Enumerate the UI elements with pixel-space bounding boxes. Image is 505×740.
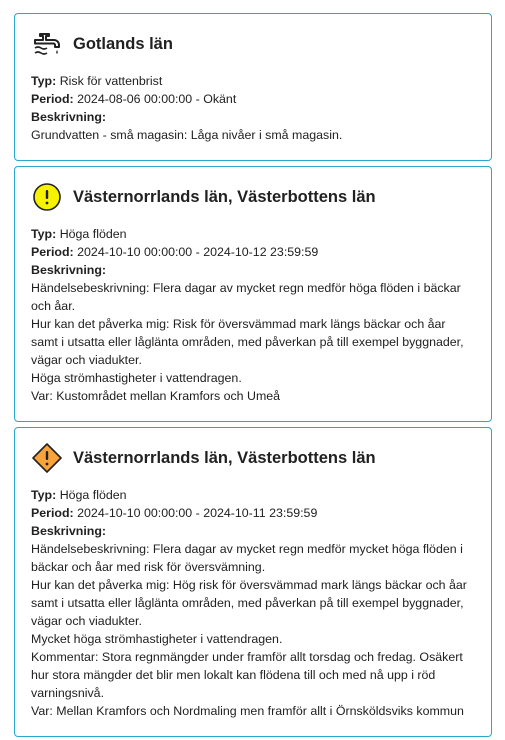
type-label: Typ:	[31, 227, 57, 241]
period-value: 2024-08-06 00:00:00 - Okänt	[77, 92, 237, 106]
card-title: Västernorrlands län, Västerbottens län	[73, 187, 376, 206]
description-label: Beskrivning:	[31, 263, 107, 277]
card-header: Västernorrlands län, Västerbottens län	[31, 167, 376, 227]
description-line: Hur kan det påverka mig: Risk för översv…	[31, 317, 446, 331]
card-body: Typ: Höga flöden Period: 2024-10-10 00:0…	[31, 225, 481, 405]
card-body: Typ: Risk för vattenbrist Period: 2024-0…	[31, 72, 481, 144]
description-line: hur stora mängder det blir men lokalt ka…	[31, 668, 436, 682]
type-value: Höga flöden	[59, 488, 127, 502]
card-header: Västernorrlands län, Västerbottens län	[31, 428, 376, 488]
description-line: Var: Mellan Kramfors och Nordmaling men …	[31, 704, 464, 718]
description-line: Kommentar: Stora regnmängder under framf…	[31, 650, 463, 664]
warning-card-orange: Västernorrlands län, Västerbottens län T…	[14, 427, 492, 737]
warning-card-yellow: Västernorrlands län, Västerbottens län T…	[14, 166, 492, 422]
period-value: 2024-10-10 00:00:00 - 2024-10-12 23:59:5…	[77, 245, 319, 259]
yellow-warning-icon	[31, 181, 63, 213]
orange-warning-icon	[31, 442, 63, 474]
description-line: Hur kan det påverka mig: Hög risk för öv…	[31, 578, 467, 592]
description-label: Beskrivning:	[31, 524, 107, 538]
water-tap-icon	[31, 28, 63, 60]
description-line: Grundvatten - små magasin: Låga nivåer i…	[31, 128, 343, 142]
type-label: Typ:	[31, 488, 57, 502]
period-label: Period:	[31, 506, 74, 520]
card-title: Gotlands län	[73, 34, 173, 53]
card-header: Gotlands län	[31, 14, 173, 74]
period-label: Period:	[31, 92, 74, 106]
description-line: bäckar och åar med risk för översvämning…	[31, 560, 266, 574]
period-value: 2024-10-10 00:00:00 - 2024-10-11 23:59:5…	[77, 506, 318, 520]
description-line: Höga strömhastigheter i vattendragen.	[31, 371, 242, 385]
description-line: och åar.	[31, 299, 76, 313]
description-line: Händelsebeskrivning: Flera dagar av myck…	[31, 542, 463, 556]
description-line: vägar och viadukter.	[31, 614, 142, 628]
type-label: Typ:	[31, 74, 57, 88]
description-label: Beskrivning:	[31, 110, 107, 124]
description-line: samt i utsatta eller låglänta områden, m…	[31, 596, 464, 610]
description-line: Mycket höga strömhastigheter i vattendra…	[31, 632, 283, 646]
card-title: Västernorrlands län, Västerbottens län	[73, 448, 376, 467]
description-line: varningsnivå.	[31, 686, 105, 700]
type-value: Risk för vattenbrist	[59, 74, 163, 88]
description-line: Händelsebeskrivning: Flera dagar av myck…	[31, 281, 461, 295]
card-body: Typ: Höga flöden Period: 2024-10-10 00:0…	[31, 486, 481, 720]
warning-card-gotland: Gotlands län Typ: Risk för vattenbrist P…	[14, 13, 492, 161]
description-line: samt i utsatta eller låglänta områden, m…	[31, 335, 464, 349]
description-line: vägar och viadukter.	[31, 353, 142, 367]
type-value: Höga flöden	[59, 227, 127, 241]
period-label: Period:	[31, 245, 74, 259]
description-line: Var: Kustområdet mellan Kramfors och Ume…	[31, 389, 281, 403]
